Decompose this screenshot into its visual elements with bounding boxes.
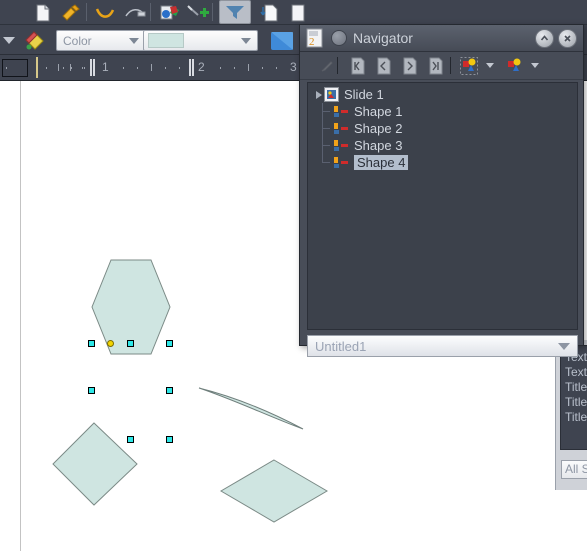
document-selector-value: Untitled1 [315,338,367,354]
tree-item-label: Shape 4 [354,155,409,170]
insert-image-icon[interactable] [185,1,211,24]
diamond-shape[interactable] [51,421,139,507]
layout-icon[interactable] [285,1,311,24]
tree-item-shape[interactable]: Shape 3 [308,137,577,154]
navigator-app-icon: 2 [305,28,325,48]
svg-text:2: 2 [309,36,315,48]
pointer-pen-icon[interactable] [316,55,337,76]
shapes-button[interactable] [503,55,524,76]
tree-item-shape-selected[interactable]: Shape 4 [308,154,577,171]
line-color-combo[interactable]: Color [56,30,146,51]
resize-handle-e[interactable] [166,387,173,394]
tree-item-label: Shape 2 [354,121,403,136]
fill-bucket-icon[interactable] [22,28,48,51]
page-icon[interactable] [30,1,56,24]
gallery-icon[interactable] [157,1,183,24]
rhombus-shape[interactable] [219,458,329,524]
collapse-button[interactable] [535,29,554,48]
toolbar-separator [86,3,87,21]
toolbar-separator [337,57,338,74]
list-item[interactable]: Text [561,365,587,380]
styles-list[interactable]: Text Text Title Title Title [560,345,587,450]
toolbar-separator [150,3,151,21]
navigator-titlebar[interactable]: 2 Navigator [300,25,583,52]
shape-icon [333,139,349,153]
shapes-dropdown[interactable] [531,63,539,68]
line-color-value: Color [63,33,92,48]
ruler-indent-marker[interactable] [36,57,38,78]
chevron-down-icon [241,38,251,44]
list-item[interactable]: Title [561,380,587,395]
main-toolbar [0,0,587,25]
resize-handle-n[interactable] [127,340,134,347]
close-button[interactable] [558,29,577,48]
list-item[interactable]: Title [561,395,587,410]
toolbar-separator [212,3,213,21]
curve-icon[interactable] [92,1,118,24]
styles-sidebar: Text Text Title Title Title All S [555,340,587,490]
navigator-toolbar [300,52,583,80]
next-page-button[interactable] [399,55,420,76]
expander-triangle-icon[interactable] [313,89,324,100]
tree-item-label: Shape 1 [354,104,403,119]
sliver-shape[interactable] [195,384,310,434]
toolbar-separator [450,57,451,74]
filter-icon[interactable] [219,0,251,24]
navigator-status-dot [331,30,347,46]
connector-icon[interactable] [122,1,148,24]
first-page-button[interactable] [347,55,368,76]
ruler-number: 1 [102,60,109,74]
chevron-down-icon [129,38,139,44]
navigator-title: Navigator [353,30,413,46]
drag-mode-dropdown[interactable] [486,63,494,68]
application-window: Color 1 2 3 Text Text Title Title Title … [0,0,587,551]
chevron-down-icon [558,343,570,350]
ruler-number: 2 [198,60,205,74]
dropdown-arrow-icon[interactable] [0,29,22,52]
drag-mode-button[interactable] [458,55,479,76]
shape-icon [333,122,349,136]
shape-icon [333,105,349,119]
all-styles-button[interactable]: All S [561,460,587,479]
fill-color-combo[interactable] [143,30,258,51]
list-item[interactable]: Title [561,410,587,425]
new-page-icon[interactable] [257,1,283,24]
shape-icon [333,156,349,170]
tree-item-shape[interactable]: Shape 2 [308,120,577,137]
tree-item-label: Slide 1 [344,87,384,102]
tree-item-shape[interactable]: Shape 1 [308,103,577,120]
fill-color-swatch [148,33,184,48]
navigator-tree[interactable]: Slide 1 Shape 1 Shape 2 Shape 3 Shape 4 [307,82,578,330]
ruler-number: 3 [290,60,297,74]
document-selector-combo[interactable]: Untitled1 [307,335,578,357]
resize-handle-ne[interactable] [166,340,173,347]
paint-brush-icon[interactable] [58,1,84,24]
resize-handle-w[interactable] [88,387,95,394]
tree-item-slide[interactable]: Slide 1 [308,86,577,103]
shadow-icon[interactable] [268,29,298,52]
page-margin-line [20,81,21,551]
resize-handle-se[interactable] [166,436,173,443]
glue-point-handle[interactable] [107,340,114,347]
slide-icon [324,87,339,102]
last-page-button[interactable] [425,55,446,76]
navigator-dialog[interactable]: 2 Navigator Slide 1 Shape 1 Shape 2 Shap… [299,24,584,357]
resize-handle-nw[interactable] [88,340,95,347]
previous-page-button[interactable] [373,55,394,76]
tree-item-label: Shape 3 [354,138,403,153]
